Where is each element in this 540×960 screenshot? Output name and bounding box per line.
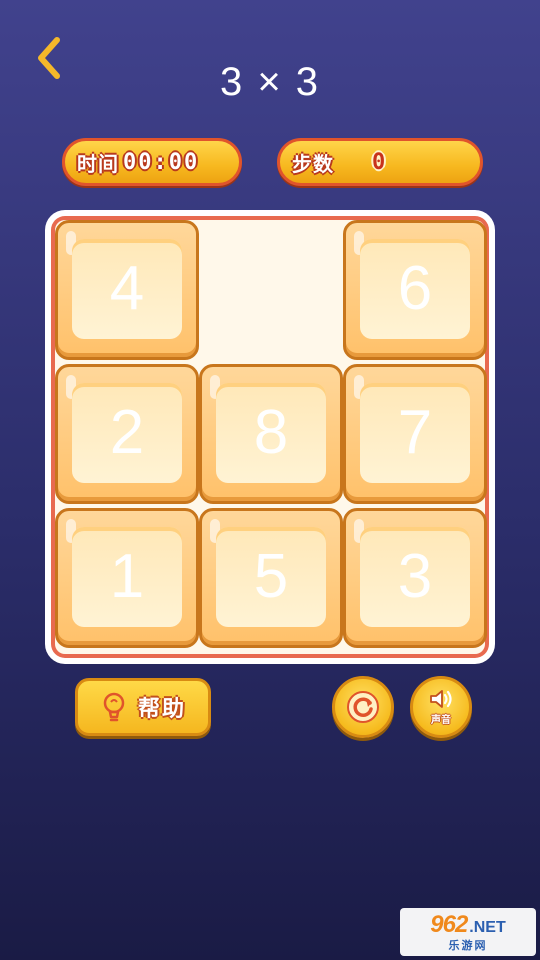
site-watermark: 962 .NET 乐游网 (400, 908, 536, 956)
puzzle-tile[interactable]: 5 (199, 508, 343, 648)
speaker-icon (430, 690, 452, 708)
tile-face: 1 (72, 527, 182, 627)
lightbulb-icon (103, 692, 125, 722)
tile-face: 5 (216, 527, 326, 627)
tile-face: 2 (72, 383, 182, 483)
puzzle-grid: 4 6 2 8 7 1 5 3 (55, 220, 487, 654)
sound-label: 声音 (431, 715, 451, 726)
refresh-icon (347, 691, 379, 723)
tile-number: 7 (397, 398, 433, 467)
puzzle-tile[interactable]: 7 (343, 364, 487, 504)
timer-label: 时间 (77, 151, 119, 176)
tile-number: 5 (253, 542, 289, 611)
tile-face: 4 (72, 239, 182, 339)
puzzle-tile[interactable]: 6 (343, 220, 487, 360)
puzzle-tile[interactable]: 1 (55, 508, 199, 648)
timer-display: 时间 00:00 (62, 138, 242, 186)
watermark-caption: 乐游网 (448, 939, 488, 952)
puzzle-board: 4 6 2 8 7 1 5 3 (51, 216, 489, 658)
steps-label: 步数 (292, 151, 334, 176)
timer-value: 00:00 (123, 149, 200, 175)
tile-number: 4 (109, 254, 145, 323)
tile-face: 8 (216, 383, 326, 483)
tile-face: 6 (360, 239, 470, 339)
tile-number: 6 (397, 254, 433, 323)
steps-value: 0 (372, 149, 388, 175)
sound-toggle-button[interactable]: 声音 (410, 676, 472, 738)
help-button[interactable]: 帮助 (75, 678, 211, 736)
puzzle-board-frame: 4 6 2 8 7 1 5 3 (45, 210, 495, 664)
tile-number: 1 (109, 542, 145, 611)
tile-number: 3 (397, 542, 433, 611)
page-title: 3 × 3 (219, 60, 321, 104)
restart-button[interactable] (332, 676, 394, 738)
tile-face: 7 (360, 383, 470, 483)
puzzle-tile[interactable]: 3 (343, 508, 487, 648)
puzzle-tile[interactable]: 2 (55, 364, 199, 504)
steps-display: 步数 0 (277, 138, 483, 186)
watermark-suffix: .NET (469, 919, 506, 936)
tile-number: 8 (253, 398, 289, 467)
help-label: 帮助 (137, 697, 186, 722)
puzzle-tile[interactable]: 8 (199, 364, 343, 504)
puzzle-tile[interactable]: 4 (55, 220, 199, 360)
tile-number: 2 (109, 398, 145, 467)
watermark-number: 962 (430, 911, 468, 938)
tile-face: 3 (360, 527, 470, 627)
